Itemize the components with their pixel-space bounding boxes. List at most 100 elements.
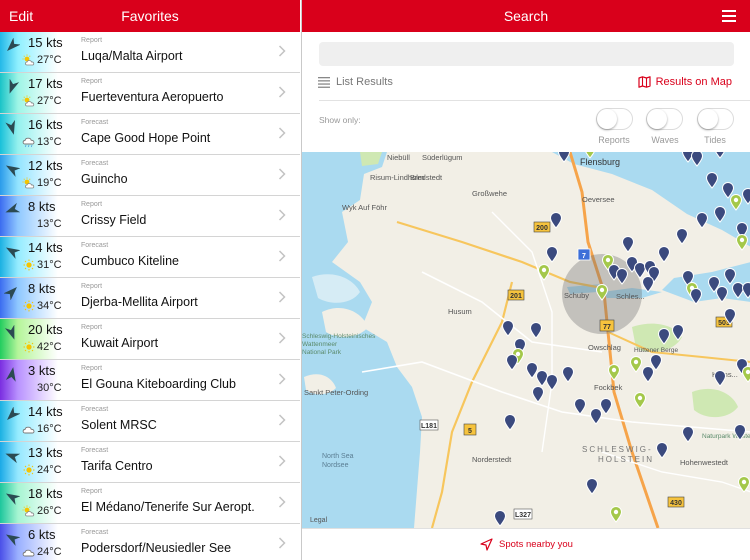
favorite-row[interactable]: 8 kts 13°C Report Crissy Field	[0, 196, 300, 237]
edit-button[interactable]: Edit	[9, 8, 33, 24]
road-77: 77	[603, 324, 611, 331]
map-legal-link: Legal	[310, 517, 328, 524]
wind-direction-arrow-icon	[5, 247, 20, 259]
spot-name: Crissy Field	[81, 213, 147, 227]
favorites-pane: Edit Favorites 15 kts 27°C Report Luqa/Malt…	[0, 0, 300, 560]
spot-name: Guincho	[81, 172, 128, 186]
menu-icon[interactable]	[722, 10, 736, 22]
waves-toggle[interactable]	[646, 108, 683, 130]
temperature: 19°C	[37, 177, 62, 189]
favorite-row[interactable]: 17 kts 27°C Report Fuerteventura Aeropuerto	[0, 73, 300, 114]
place-suderlugum: Süderlügum	[422, 153, 462, 162]
data-type-label: Forecast	[81, 119, 109, 126]
wind-speed: 15 kts	[28, 35, 63, 50]
wind-speed: 17 kts	[28, 76, 63, 91]
data-type-label: Forecast	[81, 160, 109, 167]
spot-name: Luqa/Malta Airport	[81, 49, 183, 63]
road-7: 7	[582, 253, 586, 260]
svg-text:Wattenmeer: Wattenmeer	[302, 341, 338, 348]
road-200: 200	[536, 225, 548, 232]
temperature: 13°C	[37, 136, 62, 148]
wind-direction-arrow-icon	[7, 38, 20, 51]
sun-cloud-icon	[22, 505, 35, 517]
sun-cloud-icon	[22, 54, 35, 66]
place-st-peter-ording: Sankt Peter-Ording	[304, 388, 368, 397]
chevron-right-icon	[278, 86, 286, 98]
chevron-right-icon	[278, 414, 286, 426]
favorite-row[interactable]: 20 kts 42°C Report Kuwait Airport	[0, 319, 300, 360]
chevron-right-icon	[278, 496, 286, 508]
sun-icon	[23, 300, 35, 312]
chevron-right-icon	[278, 45, 286, 57]
sun-cloud-icon	[22, 177, 35, 189]
show-only-label: Show only:	[319, 115, 361, 125]
place-grosswehe: Großwehe	[472, 189, 507, 198]
list-results-button[interactable]: List Results	[318, 76, 393, 88]
sun-icon	[23, 341, 35, 353]
data-type-label: Forecast	[81, 529, 109, 536]
chevron-right-icon	[278, 537, 286, 549]
tides-toggle-label: Tides	[704, 135, 726, 145]
place-niebull: Niebüll	[387, 153, 410, 162]
favorite-row[interactable]: 14 kts 16°C Forecast Solent MRSC	[0, 401, 300, 442]
results-on-map-button[interactable]: Results on Map	[637, 76, 732, 88]
temperature: 31°C	[37, 259, 62, 271]
tides-toggle[interactable]	[697, 108, 734, 130]
temperature: 24°C	[37, 546, 62, 558]
temperature: 13°C	[37, 218, 62, 230]
spots-nearby-button[interactable]: Spots nearby you	[302, 528, 750, 560]
cloud-icon	[22, 549, 35, 557]
chevron-right-icon	[278, 332, 286, 344]
chevron-right-icon	[278, 168, 286, 180]
data-type-label: Report	[81, 365, 103, 372]
road-430: 430	[670, 500, 682, 507]
place-schleswig-holstein: SCHLESWIG-	[582, 445, 653, 454]
spot-name: Tarifa Centro	[81, 459, 153, 473]
chevron-right-icon	[278, 291, 286, 303]
data-type-label: Report	[81, 283, 103, 290]
favorite-row[interactable]: 12 kts 19°C Forecast Guincho	[0, 155, 300, 196]
wind-speed: 14 kts	[28, 240, 63, 255]
wind-direction-arrow-icon	[5, 120, 16, 135]
favorite-row[interactable]: 15 kts 27°C Report Luqa/Malta Airport	[0, 32, 300, 73]
reports-toggle[interactable]	[596, 108, 633, 130]
place-schleswig: Schles...	[616, 292, 645, 301]
favorite-row[interactable]: 8 kts 34°C Report Djerba-Mellita Airport	[0, 278, 300, 319]
favorites-title: Favorites	[121, 8, 179, 24]
cloud-rain-icon	[22, 137, 35, 148]
place-owschlag: Owschlag	[588, 343, 621, 352]
spot-name: Kuwait Airport	[81, 336, 159, 350]
data-type-label: Forecast	[81, 447, 109, 454]
favorite-row[interactable]: 13 kts 24°C Forecast Tarifa Centro	[0, 442, 300, 483]
data-type-label: Forecast	[81, 406, 109, 413]
spot-name: Fuerteventura Aeropuerto	[81, 90, 224, 104]
place-norderstedt: Norderstedt	[472, 455, 512, 464]
favorite-row[interactable]: 6 kts 24°C Forecast Podersdorf/Neusiedler S…	[0, 524, 300, 560]
map-icon	[637, 76, 651, 88]
wind-speed: 12 kts	[28, 158, 63, 173]
wind-speed: 18 kts	[28, 486, 63, 501]
map-view[interactable]: 200 201 7 77 L181 5 430 L327 503 Flensbu…	[302, 152, 750, 528]
favorite-row[interactable]: 14 kts 31°C Forecast Cumbuco Kiteline	[0, 237, 300, 278]
favorite-row[interactable]: 3 kts 30°C Report El Gouna Kiteboarding Clu…	[0, 360, 300, 401]
data-type-label: Forecast	[81, 242, 109, 249]
spot-name: Cumbuco Kiteline	[81, 254, 179, 268]
favorite-row[interactable]: 16 kts 13°C Forecast Cape Good Hope Point	[0, 114, 300, 155]
place-flensburg: Flensburg	[580, 157, 620, 167]
road-201: 201	[510, 293, 522, 300]
search-title: Search	[503, 8, 549, 24]
search-header: Search	[302, 0, 750, 32]
results-on-map-label: Results on Map	[655, 76, 732, 88]
wind-speed: 14 kts	[28, 404, 63, 419]
favorite-row[interactable]: 18 kts 26°C Report El Médano/Tenerife Sur A…	[0, 483, 300, 524]
spot-name: El Gouna Kiteboarding Club	[81, 377, 236, 391]
wind-direction-arrow-icon	[5, 165, 20, 177]
sun-icon	[23, 259, 35, 271]
temperature: 26°C	[37, 505, 62, 517]
wind-direction-arrow-icon	[5, 534, 20, 546]
svg-text:Nordsee: Nordsee	[322, 462, 349, 469]
place-hohenwestedt: Hohenwestedt	[680, 458, 729, 467]
temperature: 16°C	[37, 423, 62, 435]
search-input[interactable]	[319, 42, 734, 66]
location-arrow-icon	[480, 538, 493, 551]
